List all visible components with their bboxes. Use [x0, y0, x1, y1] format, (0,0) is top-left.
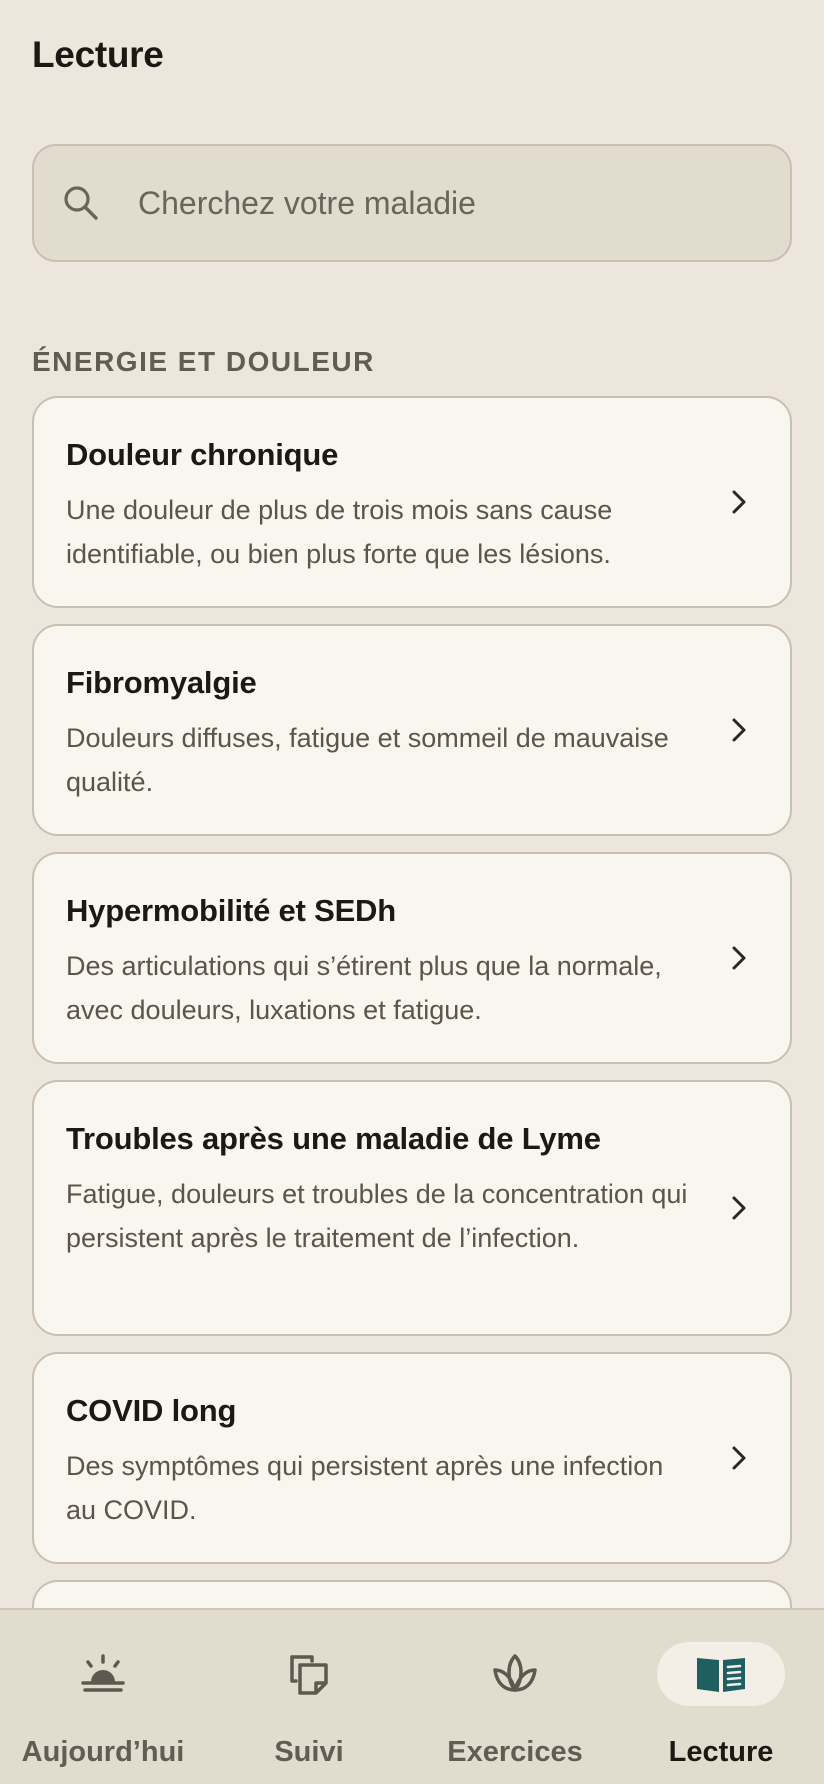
nav-tab-lecture[interactable]: Lecture [618, 1610, 824, 1784]
nav-tab-label: Aujourd’hui [21, 1736, 185, 1768]
card-description: Douleurs diffuses, fatigue et sommeil de… [66, 723, 669, 797]
search-icon [60, 182, 102, 224]
search-bar[interactable] [32, 144, 792, 262]
search-input[interactable] [138, 184, 698, 222]
condition-card-douleur-chronique[interactable]: Douleur chronique Une douleur de plus de… [32, 396, 792, 608]
chevron-right-icon [728, 1193, 750, 1223]
condition-card-lyme[interactable]: Troubles après une maladie de Lyme Fatig… [32, 1080, 792, 1336]
card-description: Fatigue, douleurs et troubles de la conc… [66, 1179, 688, 1253]
bottom-navigation: Aujourd’hui Suivi Exercices Lecture [0, 1608, 824, 1784]
card-title: Fibromyalgie [66, 665, 257, 700]
page-title: Lecture [32, 34, 164, 75]
condition-card-covid-long[interactable]: COVID long Des symptômes qui persistent … [32, 1352, 792, 1564]
chevron-right-icon [728, 943, 750, 973]
card-title: Hypermobilité et SEDh [66, 893, 396, 928]
open-book-icon [657, 1642, 785, 1706]
card-description: Une douleur de plus de trois mois sans c… [66, 495, 613, 569]
condition-card-fibromyalgie[interactable]: Fibromyalgie Douleurs diffuses, fatigue … [32, 624, 792, 836]
chevron-right-icon [728, 715, 750, 745]
nav-tab-label: Lecture [668, 1736, 774, 1768]
card-description: Des symptômes qui persistent après une i… [66, 1451, 664, 1525]
nav-tab-exercices[interactable]: Exercices [412, 1610, 618, 1784]
card-title: Douleur chronique [66, 437, 339, 472]
chevron-right-icon [728, 487, 750, 517]
nav-tab-label: Exercices [447, 1736, 583, 1768]
nav-tab-today[interactable]: Aujourd’hui [0, 1610, 206, 1784]
section-header: ÉNERGIE ET DOULEUR [32, 346, 375, 377]
lotus-icon [451, 1642, 579, 1706]
chevron-right-icon [728, 1443, 750, 1473]
card-title: Troubles après une maladie de Lyme [66, 1121, 601, 1156]
nav-tab-label: Suivi [274, 1736, 344, 1768]
condition-card-hypermobilite[interactable]: Hypermobilité et SEDh Des articulations … [32, 852, 792, 1064]
card-title: COVID long [66, 1393, 237, 1428]
pages-icon [245, 1642, 373, 1706]
reading-screen: Lecture ÉNERGIE ET DOULEUR Douleur chron… [0, 0, 824, 1784]
nav-tab-suivi[interactable]: Suivi [206, 1610, 412, 1784]
card-description: Des articulations qui s’étirent plus que… [66, 951, 662, 1025]
sunrise-icon [39, 1642, 167, 1706]
